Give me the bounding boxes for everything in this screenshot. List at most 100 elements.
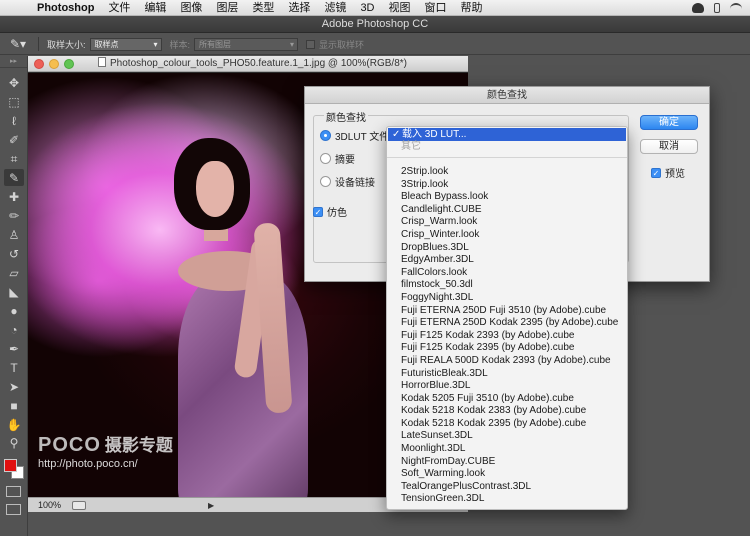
sample-select[interactable]: 所有图层 (194, 37, 299, 51)
status-menu-arrow-icon[interactable]: ▶ (208, 499, 214, 513)
dropdown-item[interactable]: NightFromDay.CUBE (401, 456, 618, 469)
dropdown-item[interactable]: Kodak 5218 Kodak 2383 (by Adobe).cube (401, 405, 618, 418)
quick-select-tool-icon[interactable]: ✐ (4, 131, 24, 148)
foreground-color-swatch[interactable] (4, 459, 17, 472)
move-tool-icon[interactable]: ✥ (4, 74, 24, 91)
sample-label: 样本: (169, 39, 191, 50)
quick-mask-icon[interactable] (6, 486, 21, 497)
dropdown-item[interactable]: EdgyAmber.3DL (401, 254, 618, 267)
dropdown-item[interactable]: Fuji F125 Kodak 2395 (by Adobe).cube (401, 342, 618, 355)
crop-tool-icon[interactable]: ⌗ (4, 150, 24, 167)
zoom-level[interactable]: 100% (38, 500, 61, 510)
menu-image[interactable]: 图像 (173, 0, 209, 16)
type-tool-icon[interactable]: T (4, 359, 24, 376)
menu-edit[interactable]: 编辑 (137, 0, 173, 16)
dropdown-item[interactable]: Fuji REALA 500D Kodak 2393 (by Adobe).cu… (401, 355, 618, 368)
marquee-tool-icon[interactable]: ⬚ (4, 93, 24, 110)
eyedropper-tool-icon[interactable]: ✎ (4, 169, 24, 186)
ok-button[interactable]: 确定 (640, 115, 698, 130)
preview-checkbox[interactable]: ✓ 预览 (651, 165, 685, 180)
menu-app-photoshop[interactable]: Photoshop (30, 0, 101, 16)
menu-layer[interactable]: 图层 (209, 0, 245, 16)
menu-file[interactable]: 文件 (101, 0, 137, 16)
dropdown-item[interactable]: FuturisticBleak.3DL (401, 368, 618, 381)
zoom-tool-icon[interactable]: ⚲ (4, 434, 24, 451)
menu-filter[interactable]: 滤镜 (317, 0, 353, 16)
dropdown-item[interactable]: Moonlight.3DL (401, 443, 618, 456)
tools-panel-grip[interactable]: ▸▸ (0, 56, 27, 68)
qq-icon[interactable] (692, 3, 704, 13)
dropdown-item[interactable]: Kodak 5205 Fuji 3510 (by Adobe).cube (401, 393, 618, 406)
dropdown-item[interactable]: Fuji ETERNA 250D Fuji 3510 (by Adobe).cu… (401, 305, 618, 318)
menu-type[interactable]: 类型 (245, 0, 281, 16)
dropdown-separator (387, 157, 627, 158)
pen-tool-icon[interactable]: ✒ (4, 340, 24, 357)
hand-tool-icon[interactable]: ✋ (4, 416, 24, 433)
group-title: 颜色查找 (324, 109, 368, 124)
bluetooth-icon[interactable] (714, 3, 720, 13)
dropdown-item[interactable]: LateSunset.3DL (401, 430, 618, 443)
menu-view[interactable]: 视图 (382, 0, 418, 16)
radio-3dlut-file[interactable]: 3DLUT 文件 (320, 128, 389, 143)
show-sampling-ring-checkbox[interactable] (306, 39, 316, 49)
zoom-window-button[interactable] (64, 59, 74, 69)
eraser-tool-icon[interactable]: ▱ (4, 264, 24, 281)
dropdown-item[interactable]: TealOrangePlusContrast.3DL (401, 481, 618, 494)
dropdown-item[interactable]: Fuji F125 Kodak 2393 (by Adobe).cube (401, 330, 618, 343)
dropdown-item[interactable]: FallColors.look (401, 267, 618, 280)
doc-info-icon[interactable] (72, 501, 86, 510)
dither-checkbox[interactable]: ✓ 仿色 (313, 204, 347, 219)
dropdown-item[interactable]: DropBlues.3DL (401, 242, 618, 255)
healing-brush-tool-icon[interactable]: ✚ (4, 188, 24, 205)
menu-help[interactable]: 帮助 (454, 0, 490, 16)
dropdown-item[interactable]: filmstock_50.3dl (401, 279, 618, 292)
preview-check-icon[interactable]: ✓ (651, 167, 661, 178)
menu-select[interactable]: 选择 (281, 0, 317, 16)
menu-3d[interactable]: 3D (353, 0, 381, 16)
radio-device-link-indicator[interactable] (320, 176, 331, 187)
dropdown-item[interactable]: Kodak 5218 Kodak 2395 (by Adobe).cube (401, 418, 618, 431)
dropdown-item[interactable]: Soft_Warming.look (401, 468, 618, 481)
dropdown-list: 2Strip.look 3Strip.look Bleach Bypass.lo… (401, 166, 618, 506)
dropdown-item[interactable]: Crisp_Winter.look (401, 229, 618, 242)
history-brush-tool-icon[interactable]: ↺ (4, 245, 24, 262)
dropdown-item[interactable]: Crisp_Warm.look (401, 216, 618, 229)
close-window-button[interactable] (34, 59, 44, 69)
dropdown-load-3d-lut[interactable]: ✓ 载入 3D LUT... (388, 128, 626, 141)
dropdown-item[interactable]: Bleach Bypass.look (401, 191, 618, 204)
radio-abstract-label: 摘要 (335, 155, 355, 166)
menu-window[interactable]: 窗口 (418, 0, 454, 16)
clone-stamp-tool-icon[interactable]: ♙ (4, 226, 24, 243)
lasso-tool-icon[interactable]: ℓ (4, 112, 24, 129)
blur-tool-icon[interactable]: ● (4, 302, 24, 319)
dropdown-item[interactable]: Fuji ETERNA 250D Kodak 2395 (by Adobe).c… (401, 317, 618, 330)
screen-mode-icon[interactable] (6, 504, 21, 515)
dropdown-item[interactable]: 3Strip.look (401, 179, 618, 192)
options-separator (38, 37, 39, 51)
lut-file-dropdown[interactable]: ✓ 载入 3D LUT... 其它 2Strip.look 3Strip.look… (386, 126, 628, 510)
dropdown-item[interactable]: HorrorBlue.3DL (401, 380, 618, 393)
path-selection-tool-icon[interactable]: ➤ (4, 378, 24, 395)
photo-face (196, 161, 234, 217)
dither-check-icon[interactable]: ✓ (313, 206, 323, 217)
minimize-window-button[interactable] (49, 59, 59, 69)
cancel-button[interactable]: 取消 (640, 139, 698, 154)
paint-bucket-tool-icon[interactable]: ◣ (4, 283, 24, 300)
dropdown-item[interactable]: 2Strip.look (401, 166, 618, 179)
radio-abstract[interactable]: 摘要 (320, 151, 355, 166)
radio-abstract-indicator[interactable] (320, 153, 331, 164)
eyedropper-tool-preset-icon[interactable]: ✎▾ (6, 36, 30, 52)
sample-size-select[interactable]: 取样点 (89, 37, 162, 51)
dodge-tool-icon[interactable]: ◔ (4, 321, 24, 338)
radio-3dlut-file-indicator[interactable] (320, 130, 331, 141)
preview-label: 预览 (665, 169, 685, 180)
shape-tool-icon[interactable]: ■ (4, 397, 24, 414)
radio-device-link-label: 设备链接 (335, 178, 375, 189)
dropdown-item[interactable]: FoggyNight.3DL (401, 292, 618, 305)
radio-device-link[interactable]: 设备链接 (320, 174, 375, 189)
dropdown-item[interactable]: TensionGreen.3DL (401, 493, 618, 506)
dropdown-item[interactable]: Candlelight.CUBE (401, 204, 618, 217)
watermark-cn: 摄影专题 (104, 436, 173, 455)
brush-tool-icon[interactable]: ✏ (4, 207, 24, 224)
wifi-icon[interactable] (730, 3, 742, 13)
